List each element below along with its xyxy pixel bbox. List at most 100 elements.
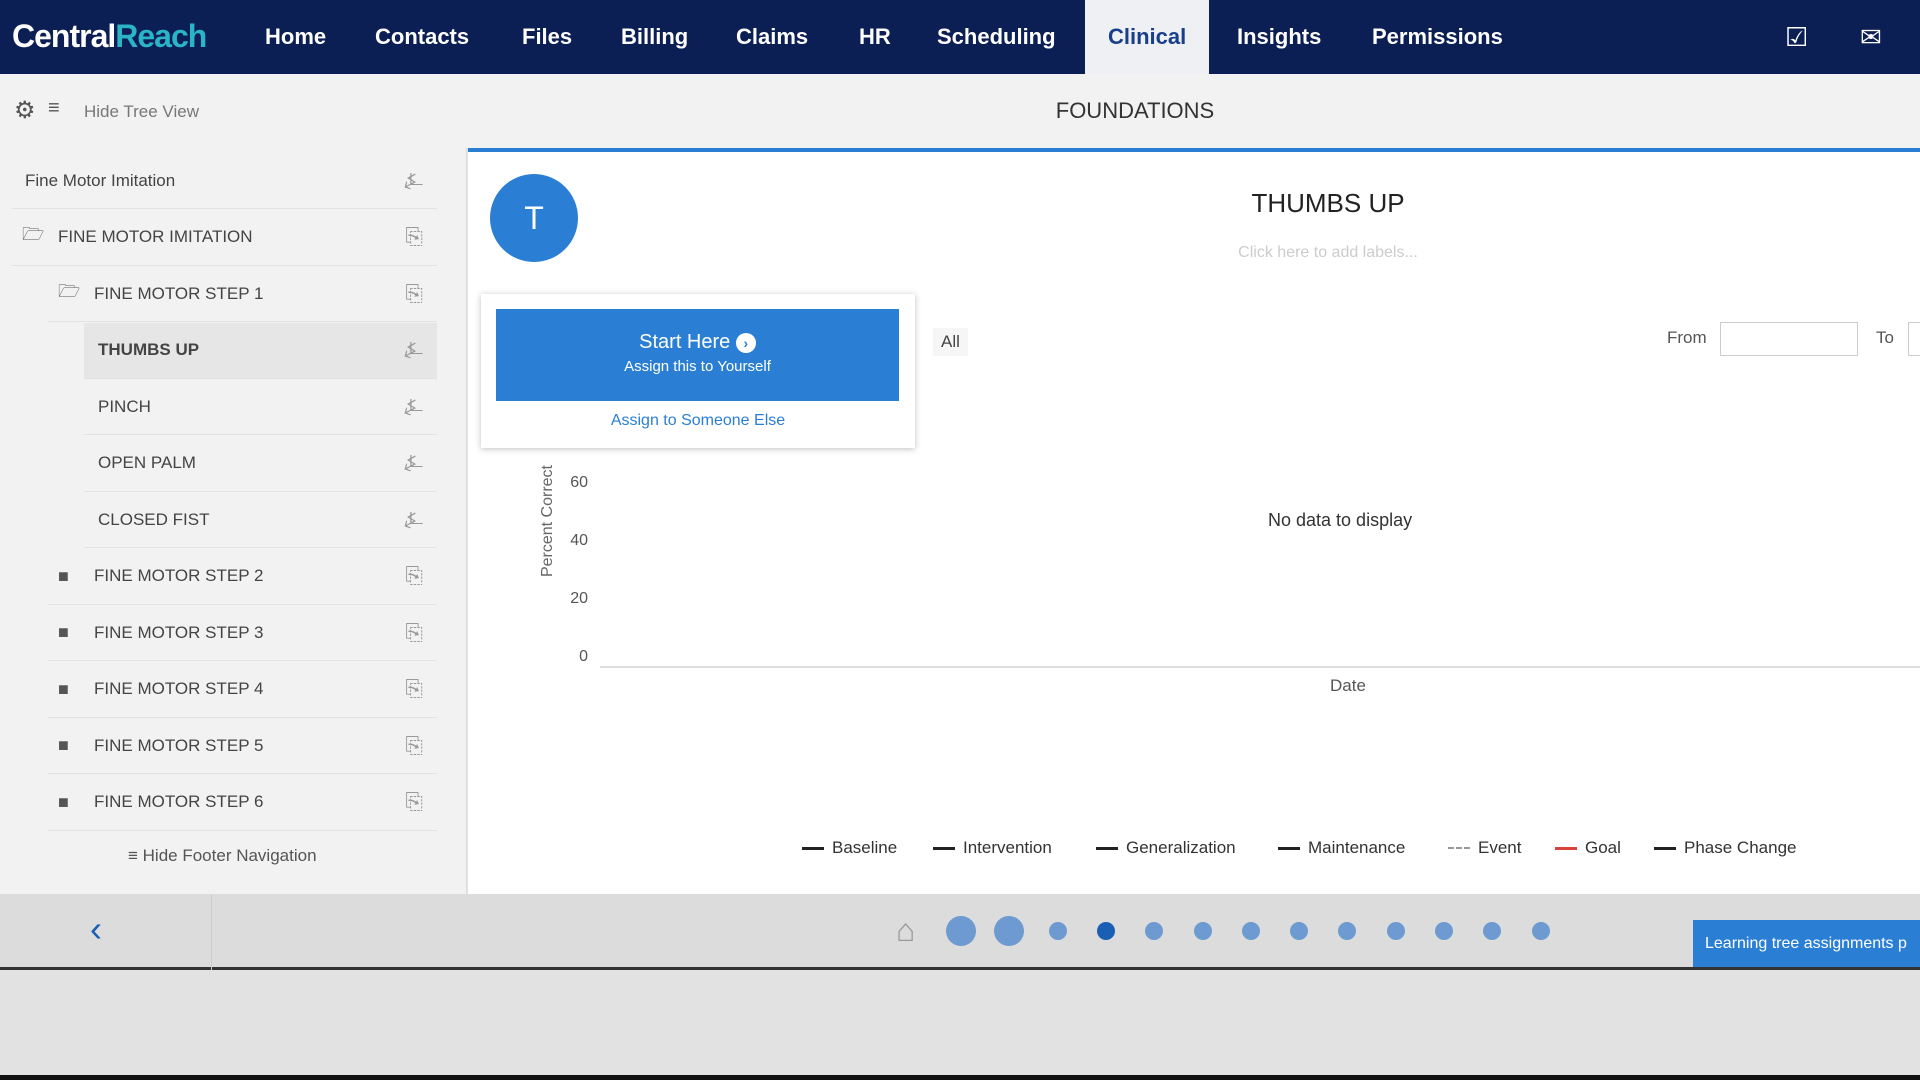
nav-billing[interactable]: Billing: [599, 0, 710, 74]
folder-icon: ■: [58, 735, 69, 755]
tree-item[interactable]: ■ FINE MOTOR STEP 6 ⎘: [48, 775, 437, 831]
tree-item[interactable]: CLOSED FIST ⍼: [84, 492, 437, 548]
tree-item-label: FINE MOTOR STEP 2: [94, 566, 264, 585]
tree-item[interactable]: PINCH ⍼: [84, 379, 437, 435]
add-labels-link[interactable]: Click here to add labels...: [1178, 244, 1478, 262]
copy-icon[interactable]: ⎘: [405, 281, 423, 307]
graph-icon[interactable]: ⍼: [404, 337, 423, 363]
section-title: FOUNDATIONS: [1055, 98, 1215, 123]
nav-permissions[interactable]: Permissions: [1350, 0, 1525, 74]
tree-item[interactable]: ■ FINE MOTOR STEP 4 ⎘: [48, 662, 437, 718]
divider: [211, 894, 212, 970]
nav-home[interactable]: Home: [243, 0, 348, 74]
step-dot[interactable]: [1145, 922, 1164, 940]
copy-icon[interactable]: ⎘: [405, 676, 423, 702]
tree-item[interactable]: OPEN PALM ⍼: [84, 436, 437, 492]
tree-item-label: FINE MOTOR STEP 1: [94, 283, 264, 303]
top-nav: CentralReach Home Contacts Files Billing Cla…: [0, 0, 1920, 74]
checklist-icon[interactable]: ☑: [1785, 22, 1808, 53]
legend-item[interactable]: Intervention: [933, 838, 1052, 858]
step-dot[interactable]: [1338, 922, 1357, 940]
nav-clinical[interactable]: Clinical: [1085, 0, 1210, 74]
y-tick-label: 20: [570, 590, 588, 607]
legend-item[interactable]: Event: [1448, 838, 1521, 858]
tree-item-label: PINCH: [98, 396, 151, 416]
graph-icon[interactable]: ⍼: [404, 450, 423, 476]
legend-label: Generalization: [1126, 838, 1236, 857]
start-here-button[interactable]: Start Here › Assign this to Yourself: [496, 309, 899, 401]
folder-open-icon: 🗁: [22, 224, 45, 244]
graph-icon[interactable]: ⍼: [404, 168, 423, 194]
list-icon: ≡: [128, 846, 143, 865]
hide-tree-view-button[interactable]: Hide Tree View: [84, 102, 199, 122]
to-date-input[interactable]: [1908, 322, 1920, 356]
assign-someone-else-link[interactable]: Assign to Someone Else: [481, 412, 915, 430]
y-tick-label: 0: [579, 648, 588, 665]
copy-icon[interactable]: ⎘: [405, 733, 423, 759]
filter-all[interactable]: All: [933, 328, 968, 356]
tree-item-label: OPEN PALM: [98, 453, 196, 472]
legend-marker: [1448, 847, 1470, 849]
tree-item-label: THUMBS UP: [98, 340, 200, 359]
step-dot[interactable]: [994, 916, 1025, 946]
legend-item[interactable]: Generalization: [1096, 838, 1236, 858]
folder-icon: ■: [58, 678, 69, 699]
legend-item[interactable]: Goal: [1555, 838, 1621, 858]
legend-label: Baseline: [832, 838, 898, 857]
tree-item[interactable]: ■ FINE MOTOR STEP 3 ⎘: [48, 605, 437, 661]
nav-files[interactable]: Files: [500, 0, 594, 74]
step-dot[interactable]: [1386, 922, 1405, 940]
legend-item[interactable]: Baseline: [802, 838, 897, 858]
tree-item[interactable]: 🗁 FINE MOTOR IMITATION ⎘: [12, 210, 437, 266]
logo[interactable]: CentralReach: [12, 18, 207, 55]
gear-icon[interactable]: ⚙: [14, 96, 36, 125]
copy-icon[interactable]: ⎘: [405, 224, 423, 250]
nav-contacts[interactable]: Contacts: [353, 0, 491, 74]
legend-marker: [1278, 846, 1300, 850]
legend-marker: [1096, 846, 1118, 850]
nav-insights[interactable]: Insights: [1215, 0, 1343, 74]
step-dot[interactable]: [1241, 922, 1260, 940]
tree-item-label: FINE MOTOR STEP 3: [94, 622, 264, 642]
learning-tree-assignments-button[interactable]: Learning tree assignments p: [1693, 920, 1920, 967]
tree-item-label: FINE MOTOR IMITATION: [58, 227, 253, 246]
tree-item[interactable]: Fine Motor Imitation ⍼: [12, 153, 437, 209]
nav-hr[interactable]: HR: [837, 0, 913, 74]
tree-item[interactable]: 🗁 FINE MOTOR STEP 1 ⎘: [48, 266, 437, 322]
graph-icon[interactable]: ⍼: [404, 507, 423, 533]
folder-icon: ■: [58, 622, 69, 642]
nav-claims[interactable]: Claims: [714, 0, 830, 74]
legend-item[interactable]: Phase Change: [1654, 838, 1796, 858]
graph-icon[interactable]: ⍼: [404, 394, 423, 420]
step-dot[interactable]: [1096, 922, 1115, 940]
from-date-input[interactable]: [1720, 322, 1858, 356]
legend-item[interactable]: Maintenance: [1278, 838, 1405, 858]
tree-item[interactable]: ■ FINE MOTOR STEP 5 ⎘: [48, 718, 437, 774]
step-dot[interactable]: [1435, 922, 1453, 940]
toolbar: ⚙ ≡ Hide Tree View FOUNDATIONS: [0, 74, 1920, 148]
step-dot[interactable]: [1483, 922, 1502, 940]
copy-icon[interactable]: ⎘: [405, 789, 423, 815]
legend-marker: [1654, 846, 1676, 850]
step-dot[interactable]: [1290, 922, 1309, 940]
tree-item-label: FINE MOTOR STEP 5: [94, 735, 264, 755]
mail-icon[interactable]: ✉: [1860, 22, 1882, 53]
footer-navigation: ‹ ⌂ Learning tree assignments p: [0, 894, 1920, 970]
step-dot[interactable]: [1048, 922, 1067, 940]
step-dot[interactable]: [1193, 922, 1212, 940]
home-icon[interactable]: ⌂: [896, 912, 915, 949]
to-label: To: [1876, 328, 1894, 347]
nav-scheduling[interactable]: Scheduling: [915, 0, 1078, 74]
hide-footer-navigation-button[interactable]: ≡ Hide Footer Navigation: [128, 846, 317, 866]
list-icon[interactable]: ≡: [48, 97, 60, 120]
tree-item[interactable]: ■ FINE MOTOR STEP 2 ⎘: [48, 549, 437, 605]
tree-item-label: FINE MOTOR STEP 4: [94, 679, 264, 698]
y-tick-label: 40: [570, 532, 588, 549]
tree-item-label: CLOSED FIST: [98, 509, 210, 529]
copy-icon[interactable]: ⎘: [405, 563, 423, 589]
tree-item[interactable]: THUMBS UP ⍼: [84, 322, 437, 379]
step-dot[interactable]: [1531, 922, 1550, 940]
copy-icon[interactable]: ⎘: [405, 620, 423, 646]
back-chevron-icon[interactable]: ‹: [90, 908, 102, 950]
step-dot[interactable]: [946, 916, 976, 946]
